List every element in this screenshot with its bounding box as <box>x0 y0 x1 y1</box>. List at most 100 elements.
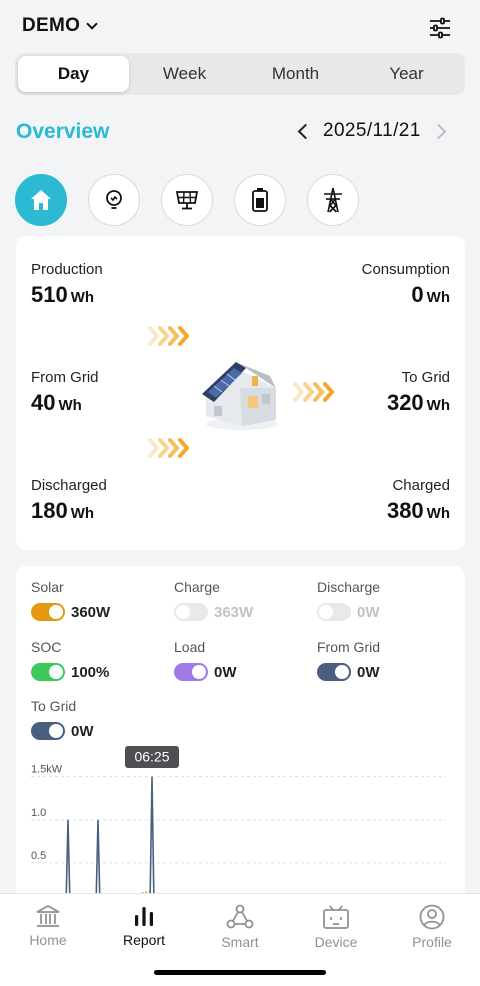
flow-arrows-icon <box>293 382 335 402</box>
nav-home-label: Home <box>29 932 67 948</box>
charge-toggle[interactable] <box>174 603 208 621</box>
legend-load-value: 0W <box>214 663 237 681</box>
production-unit: Wh <box>70 289 95 306</box>
nav-smart[interactable]: Smart <box>200 904 280 950</box>
to-grid-value: 320 <box>386 390 424 415</box>
category-consumption[interactable] <box>88 174 140 226</box>
solar-toggle[interactable] <box>31 603 65 621</box>
discharged-metric: Discharged 180 Wh <box>31 477 107 524</box>
legend-charge-label: Charge <box>174 579 220 595</box>
house-illustration <box>202 362 278 430</box>
legend-soc-label: SOC <box>31 639 62 655</box>
chevron-down-icon <box>86 18 98 30</box>
legend-soc-value: 100% <box>71 663 110 681</box>
nav-device[interactable]: Device <box>296 904 376 950</box>
charged-unit: Wh <box>426 505 450 522</box>
power-chart-card: Solar 360W Charge 363W Discharge 0W SOC … <box>16 566 465 906</box>
consumption-metric: Consumption 0 Wh <box>362 261 450 308</box>
legend-discharge-label: Discharge <box>317 579 381 595</box>
period-tabs: Day Week Month Year <box>15 53 465 95</box>
category-home[interactable] <box>15 174 67 226</box>
y-tick-label: 0.5 <box>31 850 46 862</box>
category-battery[interactable] <box>234 174 286 226</box>
discharged-label: Discharged <box>31 477 107 494</box>
legend-soc: SOC 100% <box>31 639 109 681</box>
legend-charge-value: 363W <box>214 603 254 621</box>
legend-solar-value: 360W <box>71 603 111 621</box>
tab-year[interactable]: Year <box>351 56 462 92</box>
legend-charge: Charge 363W <box>174 579 253 621</box>
current-date[interactable]: 2025/11/21 <box>323 120 421 142</box>
site-name: DEMO <box>22 15 81 36</box>
grid-spike <box>149 776 155 906</box>
consumption-label: Consumption <box>361 261 450 278</box>
legend-load: Load 0W <box>174 639 237 681</box>
charged-label: Charged <box>392 477 450 494</box>
charged-metric: Charged 380 Wh <box>387 477 450 524</box>
load-toggle[interactable] <box>174 663 208 681</box>
profile-icon <box>419 904 445 930</box>
nav-device-label: Device <box>314 934 358 950</box>
from-grid-value: 40 <box>31 390 56 415</box>
flow-arrows-icon <box>148 326 190 346</box>
legend-from-grid: From Grid 0W <box>317 639 380 681</box>
production-label: Production <box>31 261 103 278</box>
nav-profile[interactable]: Profile <box>392 904 472 950</box>
discharged-unit: Wh <box>70 505 95 522</box>
consumption-value: 0 <box>411 282 424 307</box>
next-date-icon[interactable] <box>430 123 446 139</box>
y-tick-label: 1.0 <box>31 807 46 819</box>
to-grid-metric: To Grid 320 Wh <box>387 369 450 416</box>
legend-to-grid-label: To Grid <box>31 698 77 714</box>
top-bar: DEMO <box>0 0 480 56</box>
legend-discharge-value: 0W <box>357 603 380 621</box>
date-navigator: 2025/11/21 <box>297 120 446 142</box>
tooltip-time: 06:25 <box>134 749 169 765</box>
device-icon <box>323 905 349 929</box>
category-solar[interactable] <box>161 174 213 226</box>
nav-profile-label: Profile <box>412 934 452 950</box>
legend-from-grid-value: 0W <box>357 663 380 681</box>
report-icon <box>135 907 153 926</box>
prev-date-icon[interactable] <box>297 123 314 139</box>
power-line-chart[interactable]: 1.5kW 1.0 0.5 06:25 <box>16 746 465 906</box>
filter-icon[interactable] <box>428 17 452 39</box>
site-selector[interactable]: DEMO <box>22 15 98 37</box>
production-value: 510 <box>31 282 68 307</box>
charged-value: 380 <box>386 498 424 523</box>
soc-toggle[interactable] <box>31 663 65 681</box>
smart-icon <box>226 904 254 929</box>
legend-load-label: Load <box>174 639 206 655</box>
home-icon <box>36 904 60 927</box>
tab-day[interactable]: Day <box>18 56 129 92</box>
bulb-icon <box>106 190 122 209</box>
from-grid-label: From Grid <box>31 369 99 386</box>
energy-flow-card: Production 510 Wh Consumption 0 Wh From Gr… <box>16 236 465 550</box>
from-grid-toggle[interactable] <box>317 663 351 681</box>
overview-title: Overview <box>16 120 110 143</box>
nav-home[interactable]: Home <box>8 904 88 948</box>
category-filter <box>15 174 359 226</box>
legend-to-grid: To Grid 0W <box>31 698 94 740</box>
category-grid[interactable] <box>307 174 359 226</box>
tab-month[interactable]: Month <box>240 56 351 92</box>
legend-discharge: Discharge 0W <box>317 579 380 621</box>
home-icon <box>31 190 51 210</box>
to-grid-label: To Grid <box>401 369 450 386</box>
nav-report-label: Report <box>122 932 166 948</box>
to-grid-toggle[interactable] <box>31 722 65 740</box>
y-tick-label: 1.5kW <box>31 764 63 776</box>
home-indicator <box>154 970 326 975</box>
to-grid-unit: Wh <box>426 397 450 414</box>
production-metric: Production 510 Wh <box>31 261 103 308</box>
discharge-toggle[interactable] <box>317 603 351 621</box>
nav-report[interactable]: Report <box>104 904 184 948</box>
from-grid-metric: From Grid 40 Wh <box>31 369 99 416</box>
legend-to-grid-value: 0W <box>71 722 94 740</box>
flow-arrows-icon <box>148 438 190 458</box>
battery-icon <box>252 188 268 212</box>
discharged-value: 180 <box>31 498 68 523</box>
legend-solar-label: Solar <box>31 579 64 595</box>
from-grid-unit: Wh <box>58 397 82 414</box>
tab-week[interactable]: Week <box>129 56 240 92</box>
